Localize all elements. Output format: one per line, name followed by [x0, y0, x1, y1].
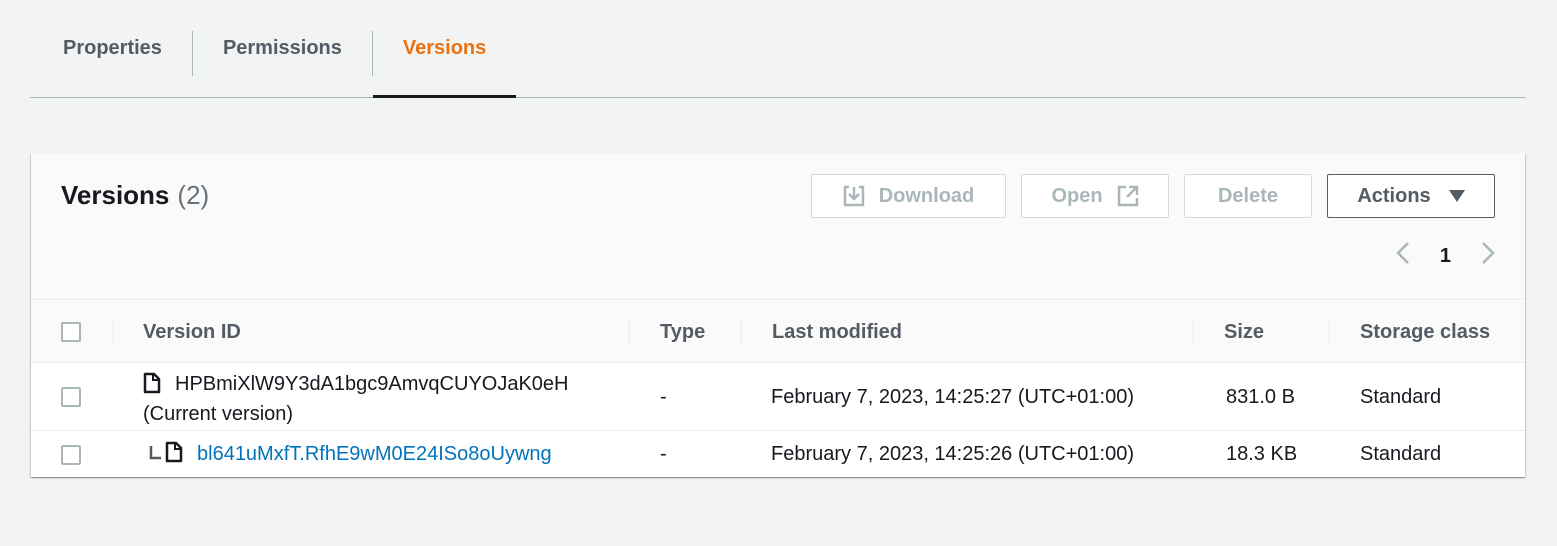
- size-cell: 18.3 KB: [1226, 443, 1298, 465]
- download-button[interactable]: Download: [811, 174, 1006, 218]
- caret-down-icon: [1448, 190, 1465, 202]
- delete-label: Delete: [1217, 184, 1279, 207]
- current-page[interactable]: 1: [1440, 245, 1451, 268]
- column-divider: [629, 317, 630, 347]
- column-header-storage-class[interactable]: Storage class: [1360, 301, 1490, 363]
- pagination: 1: [1396, 241, 1495, 271]
- tab-properties-label: Properties: [63, 36, 162, 59]
- table-row: bl641uMxfT.RfhE9wM0E24ISo8oUywng - Febru…: [31, 432, 1525, 477]
- panel-title: Versions (2): [61, 180, 209, 211]
- chevron-left-icon: [1396, 242, 1409, 264]
- download-label: Download: [878, 184, 975, 207]
- last-modified-cell: February 7, 2023, 14:25:27 (UTC+01:00): [771, 385, 1134, 408]
- column-divider: [1329, 317, 1330, 347]
- external-link-icon: [1117, 185, 1139, 207]
- delete-button[interactable]: Delete: [1184, 174, 1312, 218]
- column-header-version-id[interactable]: Version ID: [143, 301, 241, 363]
- column-header-type[interactable]: Type: [660, 301, 705, 363]
- column-divider: [1193, 317, 1194, 347]
- row-checkbox[interactable]: [61, 444, 81, 465]
- tree-branch-icon: [149, 443, 161, 466]
- tab-permissions-label: Permissions: [222, 36, 342, 59]
- tab-versions-label: Versions: [402, 36, 487, 59]
- select-all-cell: [61, 301, 81, 363]
- column-header-size[interactable]: Size: [1224, 301, 1264, 363]
- previous-page-button[interactable]: [1396, 241, 1410, 271]
- version-id: HPBmiXlW9Y3dA1bgc9AmvqCUYOJaK0eH: [175, 373, 569, 395]
- storage-class-cell: Standard: [1360, 443, 1442, 465]
- column-header-last-modified[interactable]: Last modified: [772, 301, 902, 363]
- version-id-cell: bl641uMxfT.RfhE9wM0E24ISo8oUywng: [149, 432, 552, 477]
- tab-versions[interactable]: Versions: [372, 0, 517, 98]
- type-cell: -: [660, 443, 667, 465]
- download-icon: [843, 185, 865, 207]
- actions-dropdown-button[interactable]: Actions: [1327, 174, 1495, 218]
- select-all-checkbox[interactable]: [61, 322, 81, 342]
- column-divider: [741, 317, 742, 347]
- open-button[interactable]: Open: [1021, 174, 1169, 218]
- tab-properties[interactable]: Properties: [30, 0, 192, 97]
- table-header: Version ID Type Last modified Size Stora…: [31, 301, 1525, 363]
- last-modified-cell: February 7, 2023, 14:25:26 (UTC+01:00): [771, 443, 1134, 465]
- row-checkbox[interactable]: [61, 387, 81, 407]
- open-label: Open: [1051, 184, 1103, 207]
- file-icon: [143, 372, 161, 400]
- version-id-cell: HPBmiXlW9Y3dA1bgc9AmvqCUYOJaK0eH (Curren…: [143, 364, 569, 430]
- row-select-cell: [61, 364, 81, 430]
- next-page-button[interactable]: [1481, 241, 1495, 271]
- versions-count: (2): [177, 180, 210, 210]
- size-cell: 831.0 B: [1226, 385, 1295, 408]
- type-cell: -: [660, 385, 667, 408]
- chevron-right-icon: [1482, 242, 1495, 264]
- file-icon: [165, 441, 183, 469]
- versions-panel: Versions (2) Download Open Delete Action…: [31, 153, 1525, 477]
- version-id-link[interactable]: bl641uMxfT.RfhE9wM0E24ISo8oUywng: [197, 443, 552, 466]
- current-version-label: (Current version): [143, 403, 294, 425]
- storage-class-cell: Standard: [1360, 385, 1442, 408]
- panel-title-text: Versions: [61, 180, 170, 210]
- actions-label: Actions: [1357, 184, 1431, 207]
- tab-permissions[interactable]: Permissions: [193, 0, 372, 97]
- panel-header: Versions (2) Download Open Delete Action…: [31, 153, 1525, 300]
- row-select-cell: [61, 432, 81, 477]
- tab-bar: Properties Permissions Versions: [30, 0, 1526, 98]
- table-row: HPBmiXlW9Y3dA1bgc9AmvqCUYOJaK0eH (Curren…: [31, 364, 1525, 431]
- column-divider: [113, 317, 114, 347]
